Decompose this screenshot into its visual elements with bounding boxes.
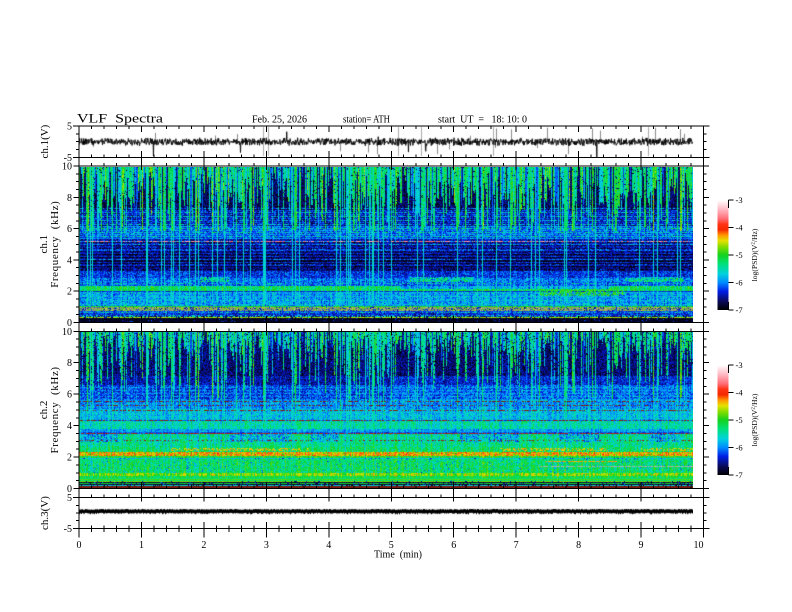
svg-text:1: 1 bbox=[139, 540, 144, 551]
svg-text:-4: -4 bbox=[736, 223, 744, 233]
svg-text:-3: -3 bbox=[736, 195, 743, 205]
svg-text:-4: -4 bbox=[736, 388, 744, 398]
svg-text:5: 5 bbox=[67, 122, 72, 133]
svg-text:2: 2 bbox=[201, 540, 206, 551]
svg-text:-6: -6 bbox=[736, 278, 743, 288]
svg-text:0: 0 bbox=[67, 318, 72, 329]
svg-text:7: 7 bbox=[514, 540, 519, 551]
svg-text:8: 8 bbox=[576, 540, 581, 551]
svg-text:VLF Spectra: VLF Spectra bbox=[77, 112, 164, 126]
svg-text:2: 2 bbox=[67, 453, 72, 464]
svg-text:station= ATH: station= ATH bbox=[343, 115, 390, 126]
svg-text:Time (min): Time (min) bbox=[374, 550, 422, 561]
svg-text:0: 0 bbox=[77, 540, 82, 551]
svg-text:3: 3 bbox=[264, 540, 269, 551]
svg-text:6: 6 bbox=[451, 540, 456, 551]
svg-text:-7: -7 bbox=[736, 470, 743, 480]
svg-text:Frequency (kHz): Frequency (kHz) bbox=[49, 366, 61, 453]
svg-text:-7: -7 bbox=[736, 305, 743, 315]
svg-text:ch.3(V): ch.3(V) bbox=[39, 496, 51, 530]
svg-text:2: 2 bbox=[67, 287, 72, 298]
svg-text:4: 4 bbox=[326, 540, 331, 551]
svg-text:0: 0 bbox=[67, 484, 72, 495]
svg-text:10: 10 bbox=[62, 162, 72, 173]
svg-text:-3: -3 bbox=[736, 360, 743, 370]
svg-text:-5: -5 bbox=[64, 524, 72, 535]
svg-text:ch.1(V): ch.1(V) bbox=[39, 124, 51, 158]
svg-text:log(PSD)(V2/Hz): log(PSD)(V2/Hz) bbox=[750, 228, 759, 281]
svg-text:-5: -5 bbox=[736, 415, 743, 425]
svg-text:9: 9 bbox=[639, 540, 644, 551]
svg-text:8: 8 bbox=[67, 358, 72, 369]
svg-text:6: 6 bbox=[67, 390, 72, 401]
svg-text:8: 8 bbox=[67, 193, 72, 204]
svg-text:10: 10 bbox=[694, 540, 704, 551]
svg-text:-5: -5 bbox=[736, 250, 743, 260]
svg-text:log(PSD)(V2/Hz): log(PSD)(V2/Hz) bbox=[750, 393, 759, 446]
svg-text:4: 4 bbox=[67, 421, 72, 432]
svg-text:Frequency (kHz): Frequency (kHz) bbox=[49, 201, 61, 288]
svg-text:-6: -6 bbox=[736, 443, 743, 453]
svg-text:start UT = 18: 10: 0: start UT = 18: 10: 0 bbox=[438, 115, 527, 126]
svg-text:Feb. 25, 2026: Feb. 25, 2026 bbox=[252, 115, 307, 126]
svg-text:4: 4 bbox=[67, 255, 72, 266]
svg-text:6: 6 bbox=[67, 224, 72, 235]
